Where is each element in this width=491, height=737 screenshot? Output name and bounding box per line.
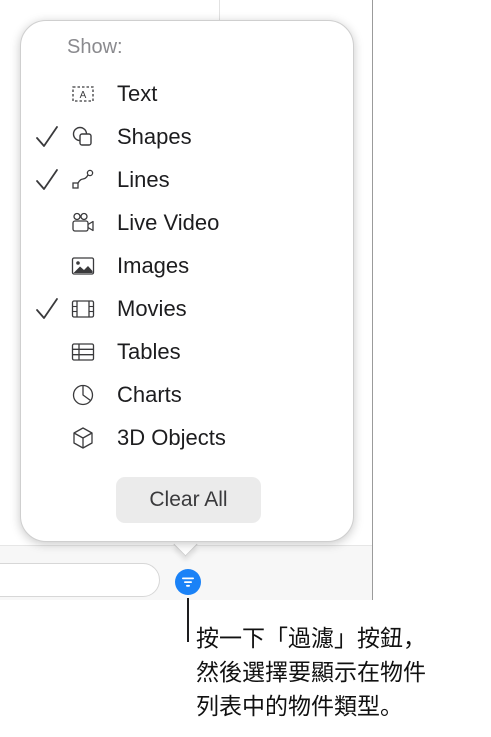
show-filter-popover: Show: A Text Shapes Lines Live Video Ima…	[20, 20, 354, 542]
checkmark-icon	[36, 169, 58, 190]
menu-item-label: Images	[117, 253, 190, 278]
show-heading: Show:	[67, 36, 123, 58]
text-box-icon: A	[72, 86, 94, 102]
shapes-icon	[72, 126, 92, 146]
menu-item-label: Live Video	[117, 210, 220, 235]
search-field[interactable]	[0, 563, 160, 597]
menu-item-images[interactable]: Images	[21, 251, 355, 287]
cube-icon	[73, 427, 93, 449]
callout-line	[187, 598, 189, 642]
filter-button[interactable]	[175, 569, 201, 595]
menu-item-shapes[interactable]: Shapes	[21, 122, 355, 158]
menu-item-3d-objects[interactable]: 3D Objects	[21, 423, 355, 459]
checkmark-icon	[36, 298, 58, 319]
video-camera-icon	[72, 212, 94, 232]
pie-chart-icon	[72, 384, 94, 406]
checkmark-icon	[36, 126, 58, 147]
film-icon	[71, 300, 95, 318]
menu-item-label: Text	[117, 81, 158, 106]
menu-item-label: Charts	[117, 382, 182, 407]
menu-item-label: Tables	[117, 339, 181, 364]
menu-item-live-video[interactable]: Live Video	[21, 208, 355, 244]
callout-text: 按一下「過濾」按鈕， 然後選擇要顯示在物件 列表中的物件類型。	[196, 622, 486, 724]
filter-icon	[182, 577, 194, 587]
svg-text:A: A	[80, 90, 87, 101]
menu-item-label: 3D Objects	[117, 425, 226, 450]
menu-item-text[interactable]: A Text	[21, 79, 355, 115]
callout-line-3: 列表中的物件類型。	[196, 694, 403, 720]
image-icon	[71, 257, 95, 275]
callout-line-2: 然後選擇要顯示在物件	[196, 660, 426, 686]
menu-item-charts[interactable]: Charts	[21, 380, 355, 416]
lines-icon	[72, 169, 94, 189]
menu-item-lines[interactable]: Lines	[21, 165, 355, 201]
menu-item-label: Shapes	[117, 124, 192, 149]
menu-item-label: Movies	[117, 296, 187, 321]
clear-all-button[interactable]: Clear All	[116, 477, 261, 523]
table-icon	[71, 343, 95, 361]
menu-item-tables[interactable]: Tables	[21, 337, 355, 373]
menu-item-label: Lines	[117, 167, 170, 192]
menu-item-movies[interactable]: Movies	[21, 294, 355, 330]
callout-line-1: 按一下「過濾」按鈕，	[196, 626, 426, 652]
